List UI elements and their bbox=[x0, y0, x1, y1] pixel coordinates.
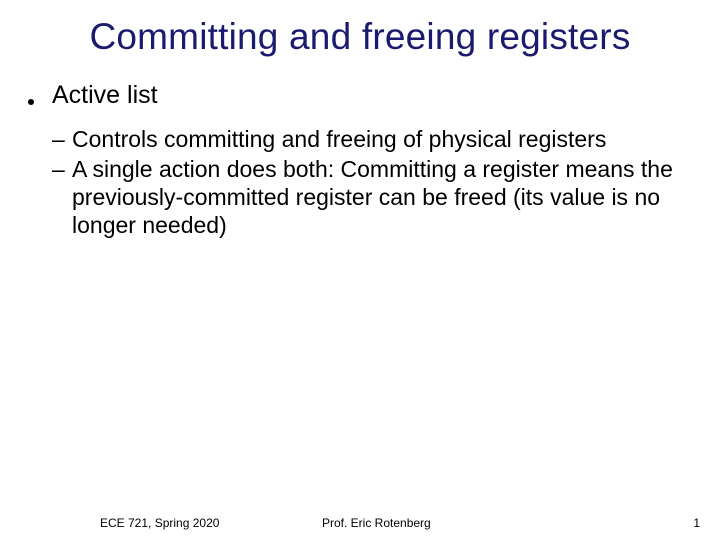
slide: Committing and freeing registers Active … bbox=[0, 0, 720, 540]
bullet-level-2: – Controls committing and freeing of phy… bbox=[52, 125, 694, 153]
slide-title: Committing and freeing registers bbox=[26, 16, 694, 58]
bullet-text: Controls committing and freeing of physi… bbox=[72, 125, 694, 153]
footer-page-number: 1 bbox=[693, 516, 700, 530]
bullet-marker: – bbox=[52, 155, 72, 239]
bullet-marker: – bbox=[52, 125, 72, 153]
bullet-marker bbox=[26, 80, 52, 111]
bullet-text: A single action does both: Committing a … bbox=[72, 155, 694, 239]
footer-course: ECE 721, Spring 2020 bbox=[100, 516, 219, 530]
bullet-level-2: – A single action does both: Committing … bbox=[52, 155, 694, 239]
footer-author: Prof. Eric Rotenberg bbox=[322, 516, 431, 530]
bullet-level-1: Active list bbox=[26, 80, 694, 111]
slide-content: Active list – Controls committing and fr… bbox=[26, 80, 694, 239]
bullet-text: Active list bbox=[52, 80, 694, 111]
